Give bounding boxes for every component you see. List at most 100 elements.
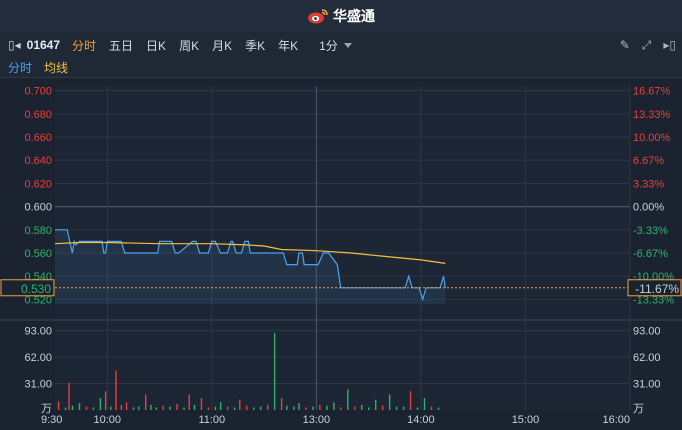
- time-tick-label: 10:00: [94, 414, 122, 426]
- volume-bar: [388, 394, 391, 410]
- volume-bar: [64, 407, 67, 410]
- intraday-chart: 0.700 0.680 0.660 0.640 0.620 0.600 0.580 0.560…: [0, 86, 682, 426]
- percent-tick-label: 3.33%: [633, 178, 664, 190]
- volume-bar: [437, 407, 440, 410]
- volume-bar: [188, 394, 190, 410]
- volume-bar: [239, 399, 241, 410]
- current-pct-label: -11.67%: [635, 282, 679, 296]
- volume-bar: [68, 382, 70, 410]
- volume-bar: [298, 403, 300, 410]
- toolbar-actions: ✎ ⤢ ▸▯: [620, 32, 676, 58]
- volume-bar: [375, 399, 377, 410]
- volume-bar: [381, 405, 384, 410]
- volume-bar: [200, 398, 203, 410]
- volume-bar: [423, 398, 426, 410]
- volume-tick-label: 62.00: [24, 352, 52, 364]
- volume-bar: [246, 405, 248, 410]
- tab-daily-k[interactable]: 日K: [146, 37, 166, 54]
- price-tick-label: 0.600: [24, 202, 52, 214]
- volume-bar: [115, 370, 117, 410]
- time-tick-label: 14:00: [407, 414, 435, 426]
- expand-panel-icon[interactable]: ▸▯: [663, 38, 676, 52]
- price-tick-label: 0.640: [24, 155, 52, 167]
- volume-bar: [260, 406, 262, 410]
- volume-bar: [155, 407, 157, 410]
- volume-bar: [340, 407, 342, 410]
- volume-bar: [395, 406, 398, 410]
- volume-bar: [78, 403, 81, 410]
- volume-bar: [253, 407, 255, 410]
- plot-area: [55, 86, 630, 410]
- volume-bar: [280, 398, 283, 410]
- percent-tick-label: -3.33%: [633, 225, 668, 237]
- percent-tick-label: 10.00%: [633, 132, 671, 144]
- percent-tick-label: 13.33%: [633, 109, 671, 121]
- volume-bar: [183, 407, 185, 410]
- volume-bar: [132, 407, 135, 410]
- volume-bar: [120, 404, 123, 410]
- price-tick-label: 0.700: [24, 86, 52, 98]
- volume-bar: [85, 406, 88, 410]
- volume-bar: [226, 406, 229, 410]
- time-tick-label: 11:00: [198, 414, 225, 426]
- volume-bar: [430, 406, 433, 410]
- volume-tick-label: 62.00: [633, 352, 661, 364]
- volume-bar: [266, 404, 269, 410]
- percent-tick-label: 0.00%: [633, 202, 664, 214]
- weibo-eye-icon: [308, 9, 328, 24]
- volume-bar: [409, 391, 412, 410]
- time-tick-label: 16:00: [602, 414, 630, 426]
- time-tick-label: 15:00: [512, 414, 540, 426]
- volume-bar: [176, 404, 178, 410]
- fullscreen-icon[interactable]: ⤢: [642, 38, 652, 53]
- volume-bar: [150, 404, 152, 410]
- price-tick-label: 0.560: [24, 248, 52, 260]
- volume-bar: [110, 406, 112, 410]
- volume-bar: [293, 406, 295, 410]
- collapse-panel-icon[interactable]: ▯◂: [8, 38, 21, 52]
- volume-bar: [138, 406, 140, 410]
- stock-code: 01647: [26, 38, 61, 52]
- volume-bar: [57, 401, 60, 410]
- indicator-legend: 分时 均线: [0, 58, 682, 78]
- price-tick-label: 0.580: [24, 225, 52, 237]
- title-bar: 华盛通: [0, 0, 682, 32]
- brand-name: 华盛通: [333, 8, 375, 24]
- period-value: 1分: [319, 38, 338, 53]
- tab-monthly-k[interactable]: 月K: [212, 37, 232, 54]
- volume-bar: [361, 404, 363, 410]
- volume-tick-label: 93.00: [633, 326, 661, 338]
- volume-bar: [219, 402, 222, 410]
- price-tick-label: 0.660: [24, 132, 52, 144]
- volume-bar: [354, 406, 356, 410]
- volume-bar: [347, 389, 349, 410]
- volume-bar: [125, 402, 128, 410]
- tab-quarterly-k[interactable]: 季K: [245, 37, 265, 54]
- time-tick-label: 9:30: [41, 414, 62, 426]
- volume-bar: [162, 405, 164, 410]
- volume-bar: [286, 405, 288, 410]
- volume-tick-label: 31.00: [633, 379, 661, 391]
- price-tick-label: 0.620: [24, 178, 52, 190]
- volume-bar: [71, 405, 74, 410]
- volume-bar: [233, 407, 236, 410]
- volume-bar: [305, 407, 307, 410]
- draw-pencil-icon[interactable]: ✎: [620, 38, 630, 52]
- tab-yearly-k[interactable]: 年K: [278, 37, 298, 54]
- volume-bar: [333, 402, 335, 410]
- time-tick-label: 13:00: [303, 414, 331, 426]
- volume-tick-label: 93.00: [24, 326, 52, 338]
- legend-average[interactable]: 均线: [44, 59, 68, 76]
- tab-weekly-k[interactable]: 周K: [179, 37, 199, 54]
- volume-tick-label: 31.00: [24, 379, 52, 391]
- volume-unit-label: 万: [633, 403, 644, 415]
- tab-intraday[interactable]: 分时: [72, 37, 96, 54]
- legend-intraday[interactable]: 分时: [8, 59, 32, 76]
- tab-five-day[interactable]: 五日: [109, 37, 133, 54]
- chart-toolbar: ▯◂ 01647 分时 五日 日K 周K 月K 季K 年K 1分 ✎ ⤢ ▸▯: [0, 32, 682, 58]
- volume-bar: [416, 407, 419, 410]
- volume-bar: [402, 406, 405, 410]
- volume-bar: [207, 407, 210, 410]
- volume-bar: [214, 406, 217, 410]
- period-dropdown[interactable]: 1分: [319, 37, 352, 54]
